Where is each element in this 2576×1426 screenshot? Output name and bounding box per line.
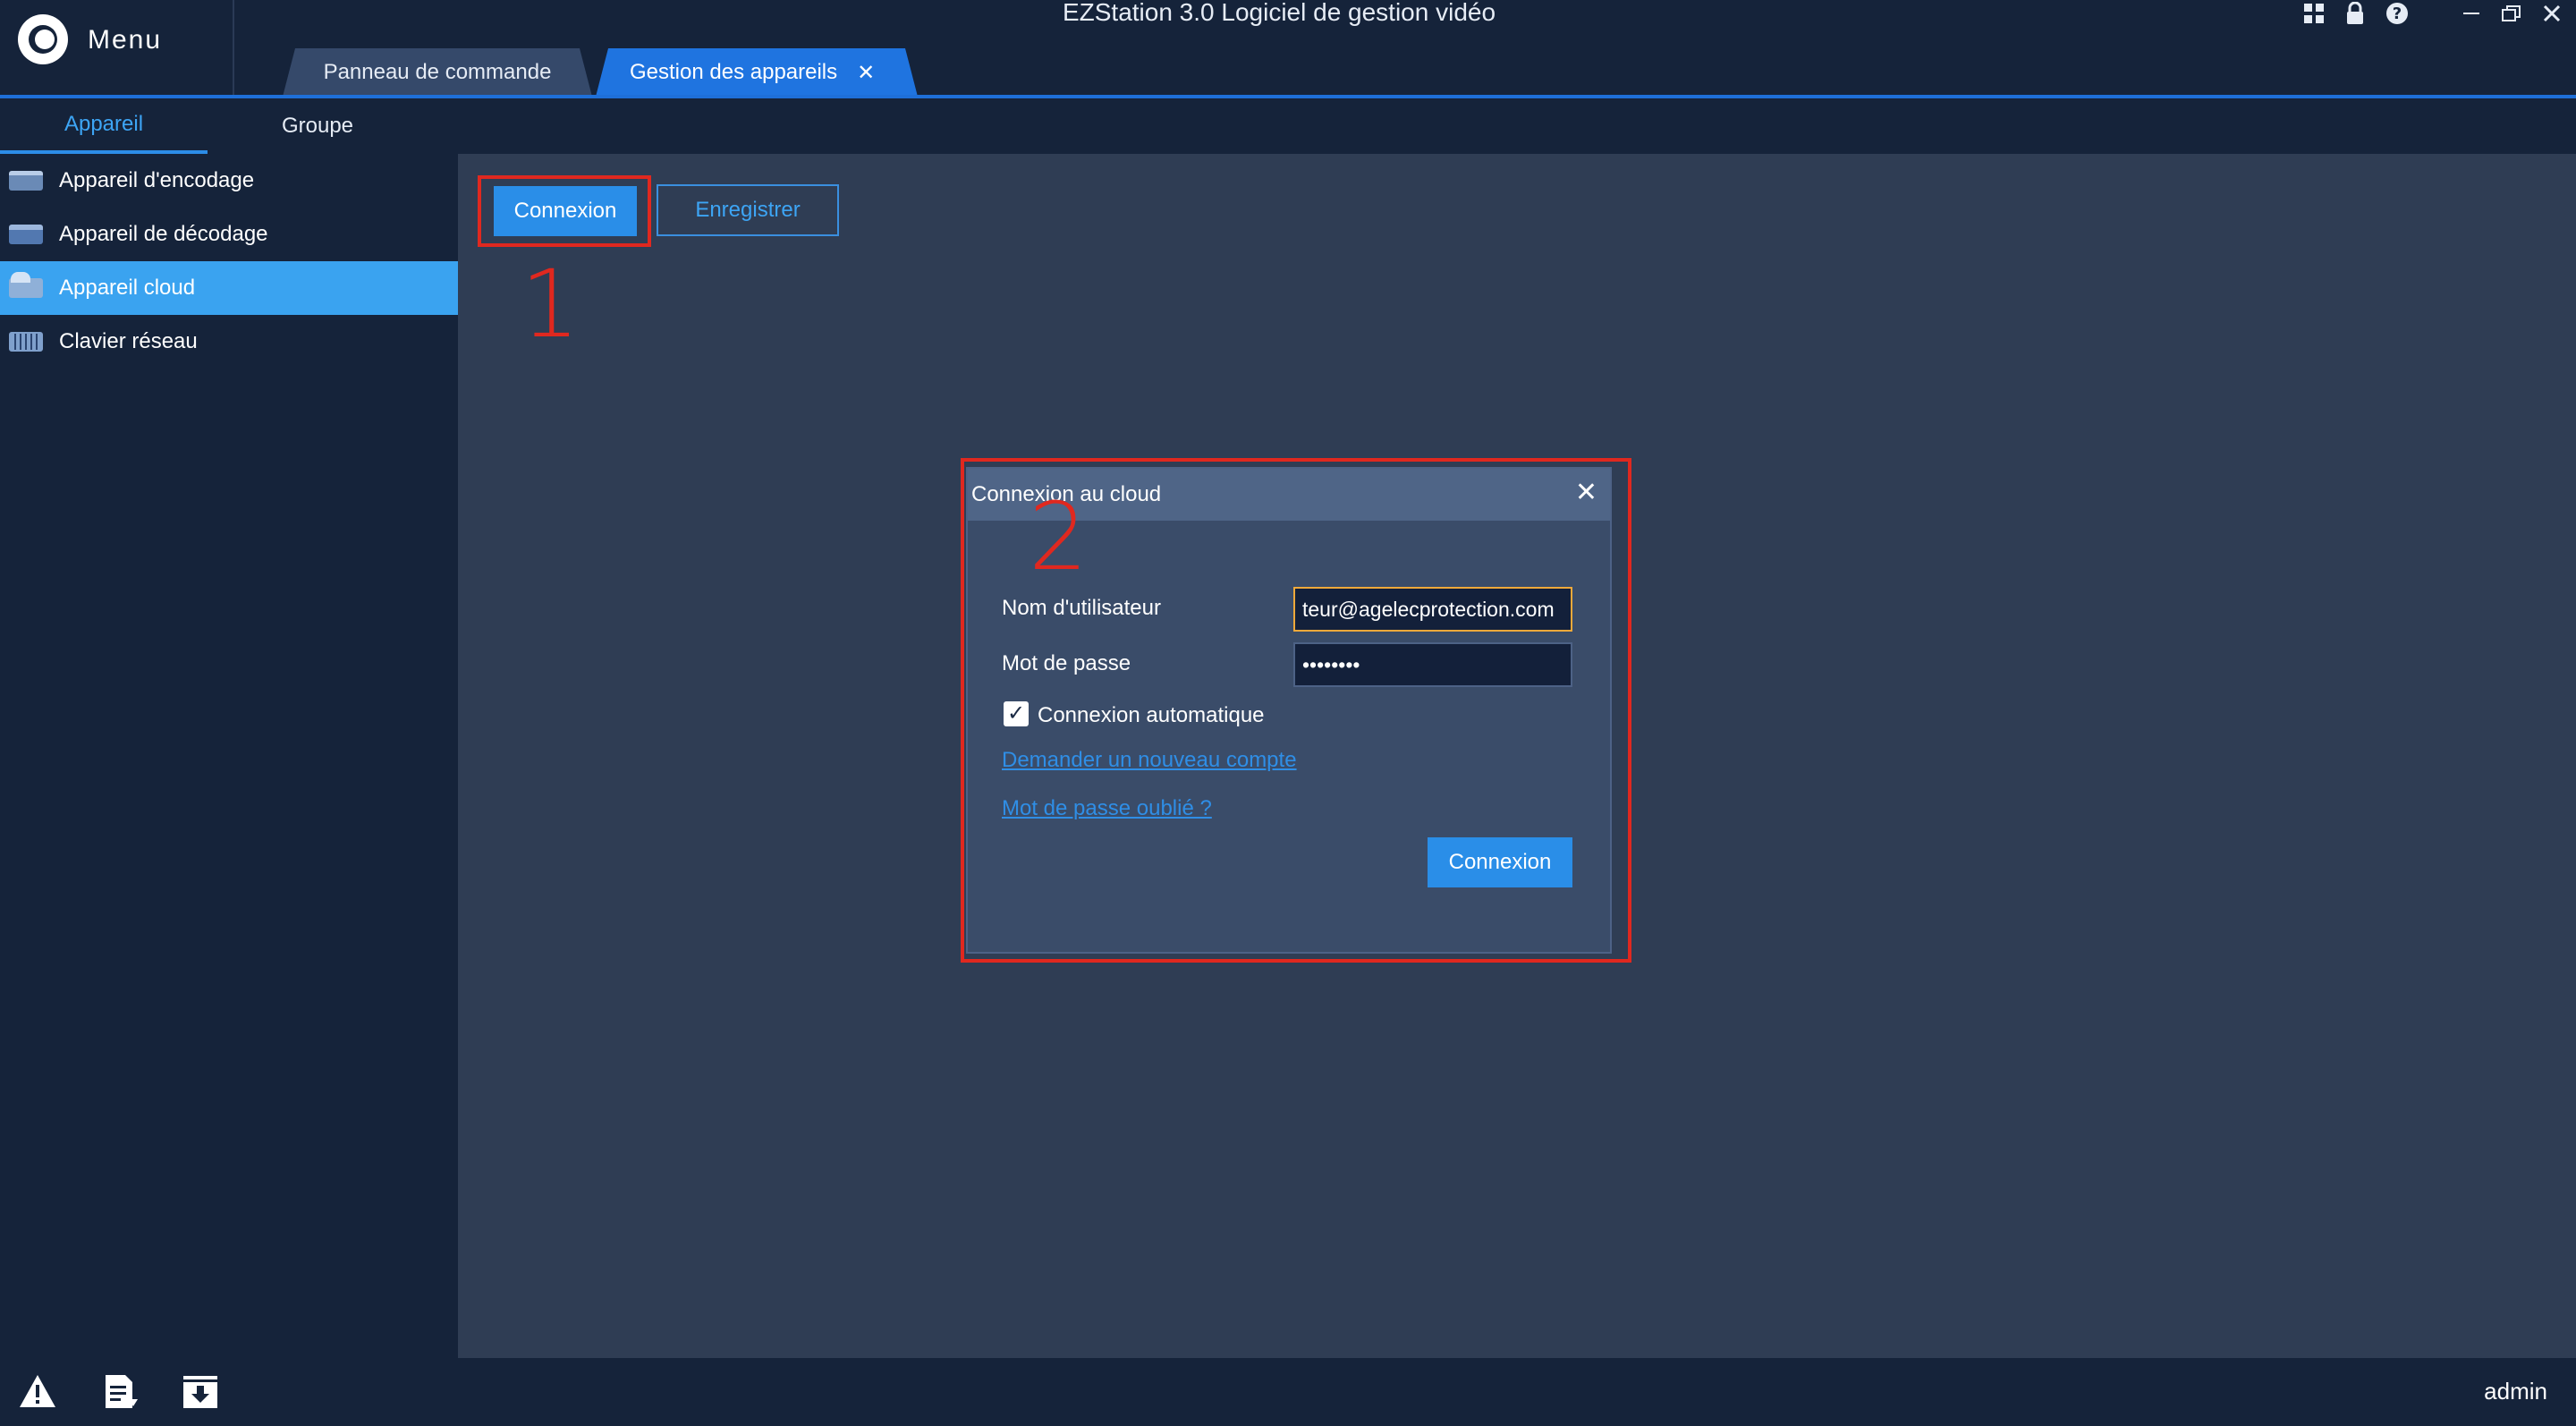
dialog-login-button[interactable]: Connexion: [1428, 837, 1572, 887]
status-bar: admin: [0, 1358, 2576, 1426]
app-logo-icon: [18, 14, 68, 64]
sidebar-item-decodage[interactable]: Appareil de décodage: [0, 208, 458, 261]
cloud-device-icon: [9, 272, 43, 298]
window-controls: ?: [2302, 0, 2562, 27]
alarm-icon[interactable]: [18, 1372, 57, 1412]
sidebar: Appareil d'encodage Appareil de décodage…: [0, 154, 458, 1358]
annotation-step-1: 1: [521, 250, 580, 359]
auto-login-label: Connexion automatique: [1038, 703, 1265, 727]
current-user: admin: [2484, 1378, 2547, 1405]
subtab-groupe[interactable]: Groupe: [208, 98, 428, 154]
close-icon[interactable]: [2542, 4, 2562, 23]
main-menu[interactable]: Menu: [0, 0, 234, 97]
sidebar-item-label: Appareil cloud: [59, 276, 196, 300]
tab-close-icon[interactable]: ✕: [857, 60, 875, 86]
tab-panneau-de-commande[interactable]: Panneau de commande: [283, 48, 592, 97]
tab-label: Panneau de commande: [323, 60, 552, 84]
sidebar-item-encodage[interactable]: Appareil d'encodage: [0, 154, 458, 208]
password-input[interactable]: ••••••••: [1293, 642, 1572, 687]
new-account-link[interactable]: Demander un nouveau compte: [1002, 748, 1297, 773]
sidebar-item-clavier[interactable]: Clavier réseau: [0, 315, 458, 369]
username-label: Nom d'utilisateur: [1002, 596, 1161, 620]
login-button[interactable]: Connexion: [494, 186, 637, 236]
sidebar-item-label: Clavier réseau: [59, 329, 198, 353]
username-input[interactable]: teur@agelecprotection.com: [1293, 587, 1572, 632]
log-icon[interactable]: [100, 1372, 140, 1412]
tab-gestion-des-appareils[interactable]: Gestion des appareils ✕: [596, 48, 918, 97]
encoder-icon: [9, 171, 43, 191]
password-label: Mot de passe: [1002, 651, 1131, 675]
menu-label: Menu: [88, 25, 163, 55]
download-icon[interactable]: [181, 1372, 220, 1412]
help-icon[interactable]: ?: [2385, 1, 2410, 26]
restore-icon[interactable]: [2501, 4, 2522, 23]
window-title: EZStation 3.0 Logiciel de gestion vidéo: [1062, 0, 1496, 26]
title-bar: Menu EZStation 3.0 Logiciel de gestion v…: [0, 0, 2576, 98]
auto-login-checkbox[interactable]: ✓: [1004, 701, 1029, 726]
sidebar-item-label: Appareil de décodage: [59, 222, 268, 246]
keyboard-icon: [9, 332, 43, 352]
minimize-icon[interactable]: [2462, 4, 2481, 23]
subtab-bar: Appareil Groupe: [0, 98, 2576, 154]
sidebar-item-label: Appareil d'encodage: [59, 168, 255, 192]
subtab-appareil[interactable]: Appareil: [0, 98, 208, 154]
decoder-icon: [9, 225, 43, 244]
annotation-step-2: 2: [1029, 482, 1089, 591]
tab-label: Gestion des appareils: [630, 60, 838, 84]
forgot-password-link[interactable]: Mot de passe oublié ?: [1002, 796, 1212, 821]
svg-text:?: ?: [2393, 4, 2402, 23]
sidebar-item-cloud[interactable]: Appareil cloud: [0, 261, 458, 315]
lock-icon[interactable]: [2345, 2, 2365, 25]
layout-icon[interactable]: [2302, 2, 2326, 25]
register-button[interactable]: Enregistrer: [657, 184, 839, 236]
dialog-close-icon[interactable]: ✕: [1575, 480, 1597, 506]
